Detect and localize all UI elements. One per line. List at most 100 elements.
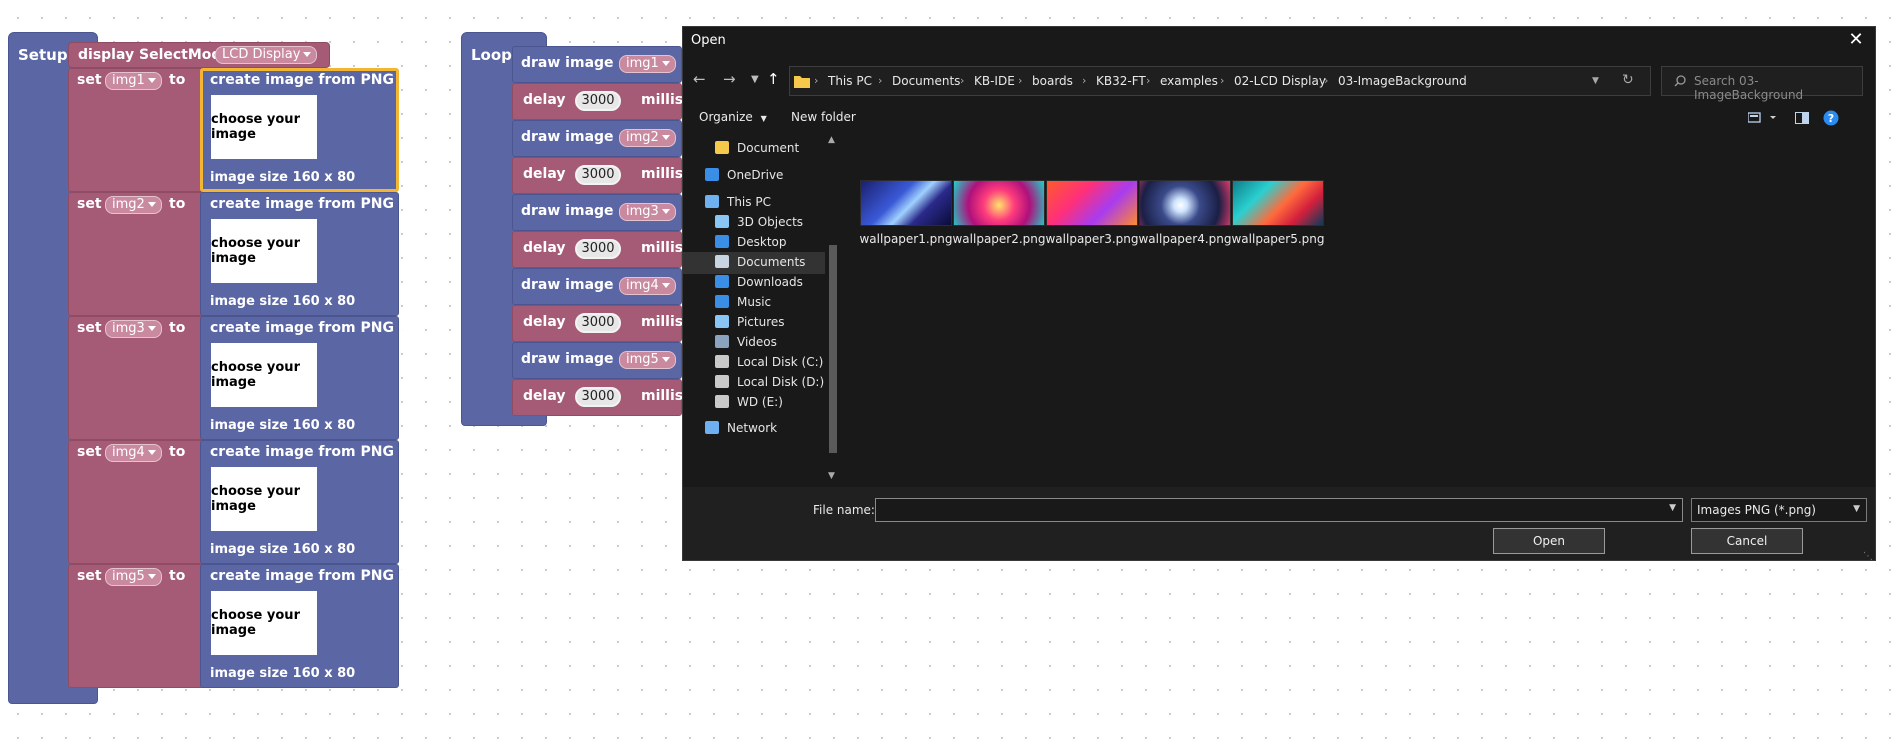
chevron-down-icon[interactable]: ▼: [1669, 503, 1676, 513]
nav-item[interactable]: Network: [705, 418, 823, 440]
set-variable-block[interactable]: set img4 to: [68, 440, 208, 564]
variable-dropdown[interactable]: img1: [105, 72, 162, 90]
choose-image-button[interactable]: choose your image: [211, 95, 317, 159]
variable-dropdown[interactable]: img2: [105, 196, 162, 214]
nav-item[interactable]: This PC: [705, 192, 823, 214]
file-item[interactable]: wallpaper4.png: [1138, 180, 1232, 246]
file-type-select[interactable]: Images PNG (*.png) ▼: [1691, 498, 1867, 522]
variable-dropdown[interactable]: img3: [105, 320, 162, 338]
draw-image-block[interactable]: draw image img2: [512, 120, 682, 157]
breadcrumb-item[interactable]: KB32-FT: [1096, 74, 1146, 88]
draw-image-block[interactable]: draw image img4: [512, 268, 682, 305]
breadcrumb-item[interactable]: 02-LCD Display: [1234, 74, 1326, 88]
nav-item[interactable]: Document: [715, 138, 823, 160]
nav-item[interactable]: OneDrive: [705, 165, 823, 187]
file-name: wallpaper1.png: [859, 232, 953, 246]
navigation-pane-scrollbar[interactable]: ▲ ▼: [826, 135, 840, 487]
breadcrumb-item[interactable]: examples: [1160, 74, 1218, 88]
display-selectmode-block[interactable]: display SelectMode LCD Display: [68, 42, 330, 68]
variable-dropdown[interactable]: img4: [105, 444, 162, 462]
dialog-title: Open: [691, 33, 726, 48]
scroll-down-icon[interactable]: ▼: [828, 471, 835, 481]
search-box[interactable]: Search 03-ImageBackground: [1661, 66, 1863, 102]
create-image-block[interactable]: create image from PNG file choose your im…: [200, 68, 424, 192]
search-icon: [1674, 75, 1686, 87]
delay-value-input[interactable]: 3000: [575, 239, 621, 259]
breadcrumb-item[interactable]: KB-IDE: [974, 74, 1015, 88]
variable-dropdown[interactable]: img3: [619, 203, 676, 221]
draw-image-block[interactable]: draw image img5: [512, 342, 682, 379]
draw-image-block[interactable]: draw image img3: [512, 194, 682, 231]
variable-dropdown[interactable]: img4: [619, 277, 676, 295]
breadcrumb-item[interactable]: Documents: [892, 74, 960, 88]
file-item[interactable]: wallpaper1.png: [859, 180, 953, 246]
nav-item[interactable]: Local Disk (C:): [715, 352, 823, 374]
cancel-button[interactable]: Cancel: [1691, 528, 1803, 554]
back-arrow-icon[interactable]: ←: [693, 70, 706, 88]
organize-menu[interactable]: Organize ▼: [699, 110, 767, 124]
create-image-block[interactable]: create image from PNG file choose your im…: [200, 440, 424, 564]
nav-item[interactable]: Music: [715, 292, 823, 314]
set-variable-block[interactable]: set img1 to: [68, 68, 208, 192]
file-name-field[interactable]: ▼: [875, 498, 1683, 522]
breadcrumb-item[interactable]: 03-ImageBackground: [1338, 74, 1467, 88]
variable-dropdown[interactable]: img2: [619, 129, 676, 147]
choose-image-button[interactable]: choose your image: [211, 467, 317, 531]
set-variable-block[interactable]: set img2 to: [68, 192, 208, 316]
nav-item[interactable]: WD (E:): [715, 392, 823, 414]
choose-image-button[interactable]: choose your image: [211, 591, 317, 655]
address-dropdown-icon[interactable]: ▼: [1592, 76, 1599, 86]
nav-item[interactable]: Videos: [715, 332, 823, 354]
create-image-block[interactable]: create image from PNG file choose your im…: [200, 316, 424, 440]
drive-icon: [715, 395, 729, 408]
view-options-icon[interactable]: [1748, 112, 1778, 124]
help-icon[interactable]: ?: [1823, 110, 1839, 126]
draw-image-block[interactable]: draw image img1: [512, 46, 682, 83]
open-button[interactable]: Open: [1493, 528, 1605, 554]
image-thumbnail: [1139, 180, 1231, 226]
nav-item[interactable]: Desktop: [715, 232, 823, 254]
resize-grip-icon[interactable]: ⋱: [1863, 551, 1873, 560]
breadcrumb-item[interactable]: This PC: [828, 74, 872, 88]
delay-value-input[interactable]: 3000: [575, 313, 621, 333]
nav-item[interactable]: 3D Objects: [715, 212, 823, 234]
variable-dropdown[interactable]: img5: [105, 568, 162, 586]
breadcrumb-item[interactable]: boards: [1032, 74, 1073, 88]
new-folder-button[interactable]: New folder: [791, 110, 856, 124]
delay-block[interactable]: delay 3000 millise: [512, 379, 693, 416]
delay-value-input[interactable]: 3000: [575, 165, 621, 185]
delay-block[interactable]: delay 3000 millise: [512, 83, 693, 120]
set-variable-block[interactable]: set img5 to: [68, 564, 208, 688]
preview-pane-icon[interactable]: [1795, 112, 1809, 124]
file-name: wallpaper2.png: [952, 232, 1046, 246]
file-name-input[interactable]: [878, 501, 1638, 519]
display-mode-dropdown[interactable]: LCD Display: [215, 46, 318, 64]
scrollbar-thumb[interactable]: [829, 245, 837, 453]
recent-locations-chevron-icon[interactable]: ▼: [751, 74, 759, 85]
choose-image-button[interactable]: choose your image: [211, 343, 317, 407]
delay-block[interactable]: delay 3000 millise: [512, 231, 693, 268]
file-item[interactable]: wallpaper3.png: [1045, 180, 1139, 246]
nav-item[interactable]: Documents: [683, 252, 825, 274]
set-variable-block[interactable]: set img3 to: [68, 316, 208, 440]
nav-item[interactable]: Local Disk (D:): [715, 372, 824, 394]
close-icon[interactable]: ✕: [1845, 29, 1867, 50]
forward-arrow-icon[interactable]: →: [723, 70, 736, 88]
create-image-block[interactable]: create image from PNG file choose your im…: [200, 564, 424, 688]
address-bar[interactable]: › This PC › Documents › KB-IDE › boards › KB32-FT…: [789, 66, 1651, 96]
choose-image-button[interactable]: choose your image: [211, 219, 317, 283]
refresh-icon[interactable]: ↻: [1622, 72, 1634, 88]
delay-block[interactable]: delay 3000 millise: [512, 157, 693, 194]
variable-dropdown[interactable]: img1: [619, 55, 676, 73]
scroll-up-icon[interactable]: ▲: [828, 135, 835, 145]
file-item[interactable]: wallpaper5.png: [1231, 180, 1325, 246]
nav-item[interactable]: Pictures: [715, 312, 823, 334]
delay-value-input[interactable]: 3000: [575, 91, 621, 111]
create-image-block[interactable]: create image from PNG file choose your im…: [200, 192, 424, 316]
delay-value-input[interactable]: 3000: [575, 387, 621, 407]
nav-item[interactable]: Downloads: [715, 272, 823, 294]
file-item[interactable]: wallpaper2.png: [952, 180, 1046, 246]
delay-block[interactable]: delay 3000 millise: [512, 305, 693, 342]
variable-dropdown[interactable]: img5: [619, 351, 676, 369]
up-arrow-icon[interactable]: ↑: [767, 70, 780, 88]
